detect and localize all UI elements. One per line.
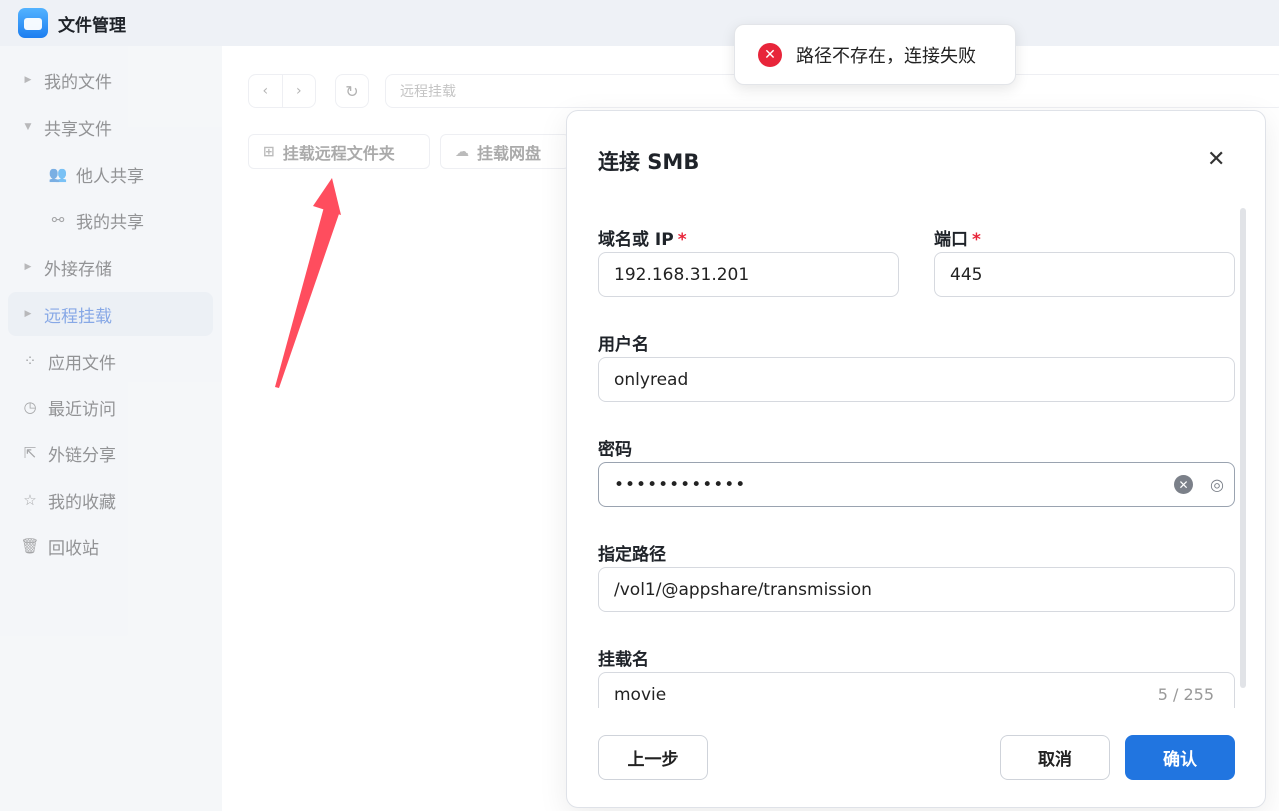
history-nav: ‹ ›: [248, 74, 316, 108]
path-label: 指定路径: [598, 545, 666, 565]
cancel-button[interactable]: 取消: [1000, 735, 1110, 780]
arrow-head: [313, 178, 341, 215]
password-label: 密码: [598, 440, 632, 460]
toast-message: 路径不存在，连接失败: [796, 45, 976, 67]
error-toast: ✕ 路径不存在，连接失败: [734, 24, 1016, 85]
sidebar-item-label: 他人共享: [76, 166, 144, 187]
share-nodes-icon: ⚯: [51, 211, 65, 229]
username-label: 用户名: [598, 335, 649, 355]
sidebar-item-label: 应用文件: [48, 353, 116, 374]
clear-icon[interactable]: ✕: [1174, 475, 1193, 494]
password-input[interactable]: •••••••••••• ✕ ◎: [598, 462, 1235, 507]
sidebar-item-link-shares[interactable]: ⇱ 外链分享: [8, 431, 213, 475]
mount-remote-folder-button[interactable]: ⊞ 挂载远程文件夹: [248, 134, 430, 169]
trash-icon: 🗑: [20, 537, 40, 555]
mount-name-label: 挂载名: [598, 650, 649, 670]
arrow-shaft: [275, 207, 340, 388]
dialog-scrollbar[interactable]: [1240, 208, 1246, 688]
caret-right-icon: ▶: [24, 262, 32, 272]
sidebar-item-external-storage[interactable]: ▶ 外接存储: [8, 245, 213, 289]
host-input[interactable]: 192.168.31.201: [598, 252, 899, 297]
port-input[interactable]: 445: [934, 252, 1235, 297]
sidebar-item-label: 远程挂载: [44, 306, 112, 327]
sidebar-item-label: 我的文件: [44, 72, 112, 93]
sidebar-item-label: 我的收藏: [48, 492, 116, 513]
sidebar-item-my-shares[interactable]: ⚯ 我的共享: [8, 198, 213, 242]
sidebar: ▶ 我的文件 ▼ 共享文件 👥 他人共享 ⚯ 我的共享 ▶ 外接存储 ▶ 远程挂…: [0, 46, 222, 811]
star-icon: ☆: [23, 491, 37, 509]
app-title: 文件管理: [58, 15, 126, 36]
clock-icon: ◷: [23, 398, 37, 416]
apps-grid-icon: ⁘: [23, 352, 37, 370]
sidebar-item-app-files[interactable]: ⁘ 应用文件: [8, 339, 213, 383]
sidebar-item-label: 外链分享: [48, 445, 116, 466]
sidebar-item-remote-mount[interactable]: ▶ 远程挂载: [8, 292, 213, 336]
sidebar-item-label: 我的共享: [76, 212, 144, 233]
username-input[interactable]: onlyread: [598, 357, 1235, 402]
folder-app-icon: [18, 8, 48, 38]
sidebar-item-recycle-bin[interactable]: 🗑 回收站: [8, 524, 213, 568]
scroll-clip: [587, 708, 1237, 722]
folder-plus-icon: ⊞: [263, 143, 275, 160]
mount-cloud-drive-label: 挂载网盘: [477, 143, 542, 163]
external-share-icon: ⇱: [23, 444, 37, 462]
required-mark: *: [677, 230, 687, 250]
title-bar: 文件管理: [0, 0, 1279, 46]
connect-smb-dialog: 连接 SMB ✕ 域名或 IP * 192.168.31.201 端口 * 445 …: [566, 110, 1266, 808]
sidebar-item-recent[interactable]: ◷ 最近访问: [8, 385, 213, 429]
sidebar-item-label: 共享文件: [44, 119, 112, 140]
dialog-title: 连接 SMB: [598, 150, 700, 174]
sidebar-item-shared-with-me[interactable]: 👥 他人共享: [8, 152, 213, 196]
char-counter: 5 / 255: [1157, 685, 1214, 704]
error-icon: ✕: [758, 42, 782, 67]
required-mark: *: [972, 230, 981, 250]
confirm-button[interactable]: 确认: [1125, 735, 1235, 780]
sidebar-item-favorites[interactable]: ☆ 我的收藏: [8, 478, 213, 522]
mount-remote-folder-label: 挂载远程文件夹: [282, 143, 395, 163]
sidebar-item-label: 外接存储: [44, 259, 112, 280]
caret-right-icon: ▶: [24, 75, 32, 85]
caret-down-icon: ▼: [24, 122, 32, 132]
port-label: 端口 *: [934, 230, 981, 250]
forward-arrow-icon[interactable]: ›: [283, 75, 316, 107]
host-label: 域名或 IP *: [598, 230, 687, 250]
sidebar-item-label: 最近访问: [48, 399, 116, 420]
cloud-folder-icon: ☁: [455, 143, 469, 160]
eye-off-icon[interactable]: ◎: [1210, 475, 1224, 494]
annotation-arrow: [275, 178, 341, 388]
sidebar-item-my-files[interactable]: ▶ 我的文件: [8, 58, 213, 102]
sidebar-item-shared-files[interactable]: ▼ 共享文件: [8, 105, 213, 149]
sidebar-item-label: 回收站: [48, 538, 99, 559]
back-arrow-icon[interactable]: ‹: [249, 75, 283, 107]
close-icon[interactable]: ✕: [1207, 147, 1225, 172]
back-button[interactable]: 上一步: [598, 735, 708, 780]
path-input[interactable]: /vol1/@appshare/transmission: [598, 567, 1235, 612]
caret-right-icon: ▶: [24, 309, 32, 319]
users-icon: 👥: [48, 165, 68, 183]
mount-cloud-drive-button[interactable]: ☁ 挂载网盘: [440, 134, 570, 169]
refresh-icon[interactable]: ↻: [335, 74, 369, 108]
